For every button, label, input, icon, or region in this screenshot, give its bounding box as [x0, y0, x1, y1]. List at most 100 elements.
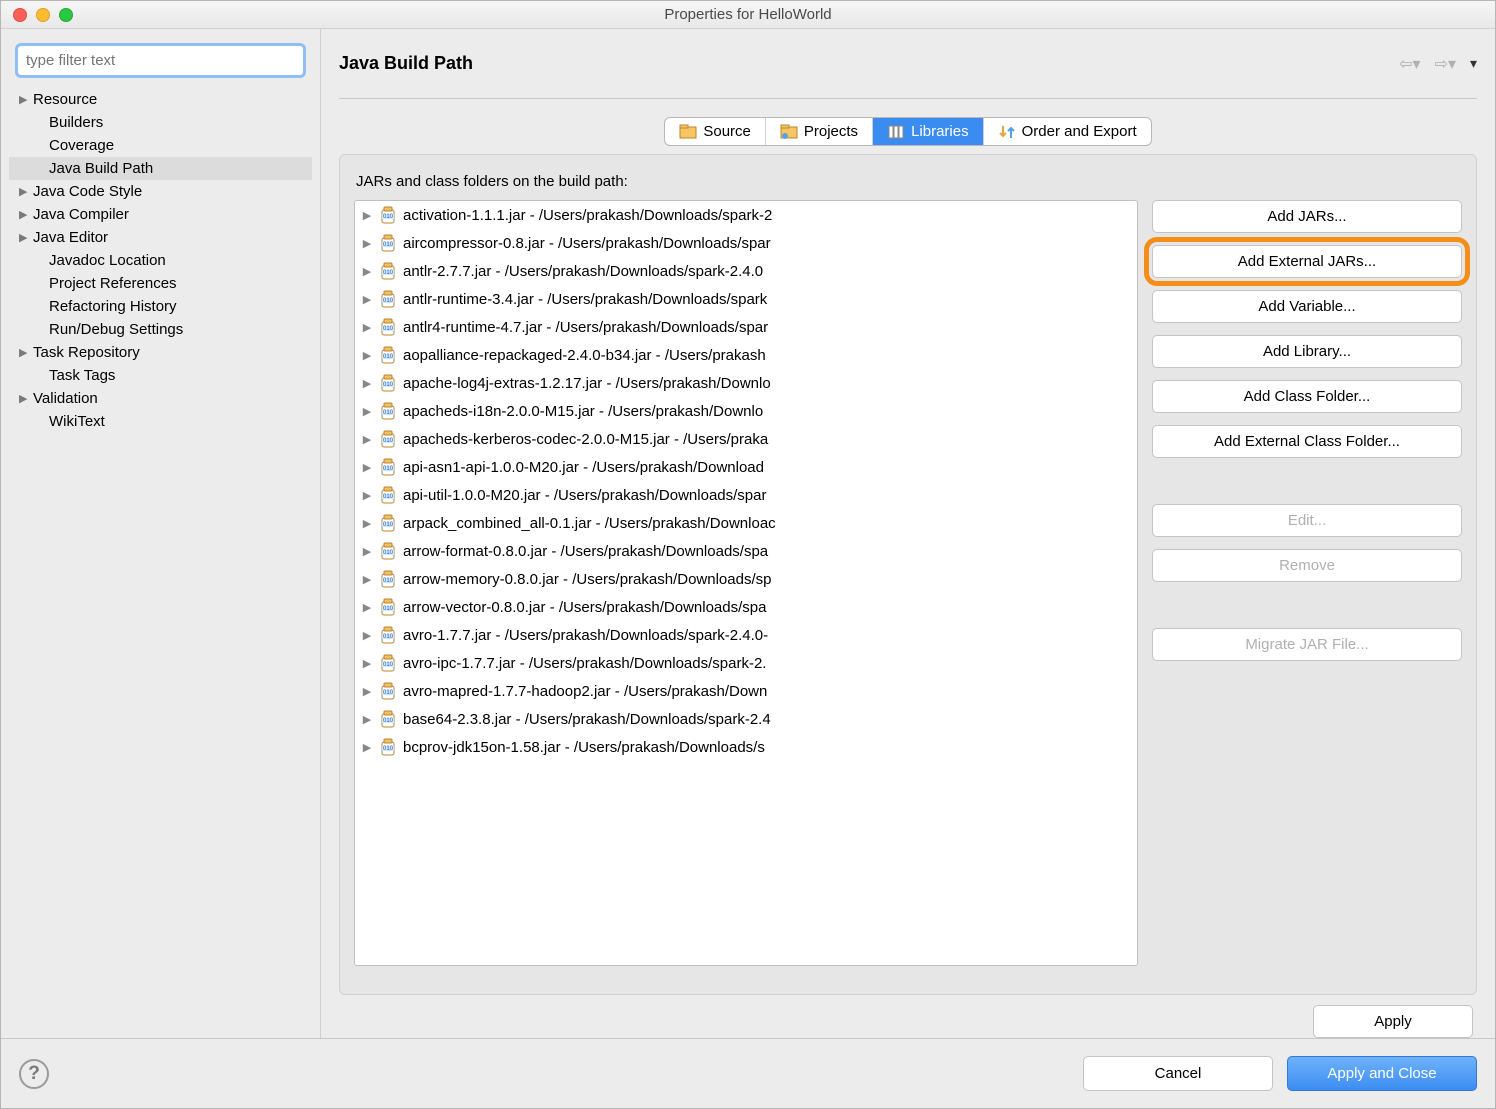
jar-label: api-util-1.0.0-M20.jar - /Users/prakash/…	[403, 487, 766, 504]
jar-entry[interactable]: ▶010apacheds-kerberos-codec-2.0.0-M15.ja…	[355, 425, 1137, 453]
sidebar-item-run-debug-settings[interactable]: Run/Debug Settings	[9, 318, 312, 341]
apply-button[interactable]: Apply	[1313, 1005, 1473, 1038]
svg-text:010: 010	[383, 270, 394, 276]
apply-and-close-button[interactable]: Apply and Close	[1287, 1056, 1477, 1091]
jar-entry[interactable]: ▶010arrow-format-0.8.0.jar - /Users/prak…	[355, 537, 1137, 565]
nav-forward-button[interactable]: ⇨▾	[1431, 52, 1460, 76]
sidebar-item-builders[interactable]: Builders	[9, 111, 312, 134]
jar-entry[interactable]: ▶010aircompressor-0.8.jar - /Users/praka…	[355, 229, 1137, 257]
jar-label: base64-2.3.8.jar - /Users/prakash/Downlo…	[403, 711, 771, 728]
sidebar-item-project-references[interactable]: Project References	[9, 272, 312, 295]
disclosure-triangle-icon: ▶	[361, 657, 373, 670]
jar-entry[interactable]: ▶010avro-1.7.7.jar - /Users/prakash/Down…	[355, 621, 1137, 649]
jar-entry[interactable]: ▶010antlr4-runtime-4.7.jar - /Users/prak…	[355, 313, 1137, 341]
category-tree[interactable]: ▶Resource Builders Coverage Java Build Path…	[9, 88, 312, 1026]
sidebar-item-coverage[interactable]: Coverage	[9, 134, 312, 157]
tab-source[interactable]: Source	[665, 118, 766, 145]
svg-text:010: 010	[383, 550, 394, 556]
jar-entry[interactable]: ▶ 010 avro-ipc-1.7.7.jar - /Users/prakash/…	[355, 649, 1137, 677]
sidebar-item-task-tags[interactable]: Task Tags	[9, 364, 312, 387]
sidebar-item-javadoc-location[interactable]: Javadoc Location	[9, 249, 312, 272]
nav-back-button[interactable]: ⇦▾	[1395, 52, 1424, 76]
help-button[interactable]: ?	[19, 1059, 49, 1089]
sidebar-item-label: Task Repository	[33, 344, 140, 361]
tab-label: Order and Export	[1022, 123, 1137, 140]
jar-list[interactable]: ▶ 010 activation-1.1.1.jar - /Users/prakas…	[354, 200, 1138, 966]
jar-entry[interactable]: ▶ 010 apacheds-i18n-2.0.0-M15.jar - /Users…	[355, 397, 1137, 425]
sidebar-item-label: Builders	[33, 114, 103, 131]
disclosure-triangle-icon: ▶	[19, 346, 33, 359]
svg-text:010: 010	[383, 606, 394, 612]
migrate-jar-button[interactable]: Migrate JAR File...	[1152, 628, 1462, 661]
jar-entry[interactable]: ▶010api-util-1.0.0-M20.jar - /Users/prak…	[355, 481, 1137, 509]
jar-label: apacheds-i18n-2.0.0-M15.jar - /Users/pra…	[403, 403, 763, 420]
sidebar-item-label: Project References	[33, 275, 177, 292]
jar-icon: 010	[379, 653, 397, 673]
svg-text:010: 010	[383, 242, 394, 248]
sidebar-item-java-build-path[interactable]: Java Build Path	[9, 157, 312, 180]
sidebar-item-java-editor[interactable]: ▶Java Editor	[9, 226, 312, 249]
sidebar-item-label: Java Editor	[33, 229, 108, 246]
jar-label: activation-1.1.1.jar - /Users/prakash/Do…	[403, 207, 772, 224]
disclosure-triangle-icon: ▶	[361, 545, 373, 558]
sidebar-item-label: Java Code Style	[33, 183, 142, 200]
sidebar-item-java-compiler[interactable]: ▶Java Compiler	[9, 203, 312, 226]
sidebar-item-resource[interactable]: ▶Resource	[9, 88, 312, 111]
jar-icon: 010	[379, 513, 397, 533]
add-library-button[interactable]: Add Library...	[1152, 335, 1462, 368]
libraries-tab-icon	[887, 124, 905, 140]
sidebar-item-label: Validation	[33, 390, 98, 407]
side-button-column: Add JARs... Add External JARs... Add Var…	[1152, 200, 1462, 966]
view-menu-button[interactable]: ▾	[1470, 55, 1477, 72]
disclosure-triangle-icon: ▶	[361, 377, 373, 390]
svg-text:010: 010	[383, 494, 394, 500]
tab-label: Libraries	[911, 123, 969, 140]
jar-entry[interactable]: ▶010antlr-2.7.7.jar - /Users/prakash/Dow…	[355, 257, 1137, 285]
sidebar-item-validation[interactable]: ▶Validation	[9, 387, 312, 410]
jar-entry[interactable]: ▶010aopalliance-repackaged-2.4.0-b34.jar…	[355, 341, 1137, 369]
sidebar-item-java-code-style[interactable]: ▶Java Code Style	[9, 180, 312, 203]
disclosure-triangle-icon: ▶	[361, 433, 373, 446]
sidebar-item-label: Refactoring History	[33, 298, 177, 315]
jar-icon: 010	[379, 401, 397, 421]
svg-text:010: 010	[383, 214, 394, 220]
add-external-jars-button[interactable]: Add External JARs...	[1152, 245, 1462, 278]
jar-entry[interactable]: ▶010arrow-memory-0.8.0.jar - /Users/prak…	[355, 565, 1137, 593]
jar-label: apache-log4j-extras-1.2.17.jar - /Users/…	[403, 375, 771, 392]
jar-icon: 010	[379, 373, 397, 393]
jar-entry[interactable]: ▶010antlr-runtime-3.4.jar - /Users/praka…	[355, 285, 1137, 313]
disclosure-triangle-icon: ▶	[361, 349, 373, 362]
jar-label: bcprov-jdk15on-1.58.jar - /Users/prakash…	[403, 739, 765, 756]
disclosure-triangle-icon: ▶	[361, 405, 373, 418]
jar-entry[interactable]: ▶010api-asn1-api-1.0.0-M20.jar - /Users/…	[355, 453, 1137, 481]
jar-entry[interactable]: ▶ 010 apache-log4j-extras-1.2.17.jar - /Us…	[355, 369, 1137, 397]
jar-entry[interactable]: ▶010activation-1.1.1.jar - /Users/prakas…	[355, 201, 1137, 229]
add-class-folder-button[interactable]: Add Class Folder...	[1152, 380, 1462, 413]
tab-projects[interactable]: Projects	[766, 118, 873, 145]
sidebar-item-refactoring-history[interactable]: Refactoring History	[9, 295, 312, 318]
jar-label: arrow-memory-0.8.0.jar - /Users/prakash/…	[403, 571, 771, 588]
sidebar-item-wikitext[interactable]: WikiText	[9, 410, 312, 433]
jar-entry[interactable]: ▶010arpack_combined_all-0.1.jar - /Users…	[355, 509, 1137, 537]
remove-button[interactable]: Remove	[1152, 549, 1462, 582]
tab-order-and-export[interactable]: Order and Export	[984, 118, 1151, 145]
sidebar-item-task-repository[interactable]: ▶Task Repository	[9, 341, 312, 364]
sidebar-item-label: Java Build Path	[33, 160, 153, 177]
jar-icon: 010	[379, 261, 397, 281]
add-variable-button[interactable]: Add Variable...	[1152, 290, 1462, 323]
tab-libraries[interactable]: Libraries	[873, 118, 984, 145]
jar-entry[interactable]: ▶010arrow-vector-0.8.0.jar - /Users/prak…	[355, 593, 1137, 621]
jar-entry[interactable]: ▶010bcprov-jdk15on-1.58.jar - /Users/pra…	[355, 733, 1137, 761]
jar-entry[interactable]: ▶010base64-2.3.8.jar - /Users/prakash/Do…	[355, 705, 1137, 733]
cancel-button[interactable]: Cancel	[1083, 1056, 1273, 1091]
add-external-class-folder-button[interactable]: Add External Class Folder...	[1152, 425, 1462, 458]
jar-icon: 010	[379, 569, 397, 589]
svg-text:010: 010	[383, 578, 394, 584]
disclosure-triangle-icon: ▶	[19, 392, 33, 405]
filter-input[interactable]	[15, 43, 306, 78]
add-jars-button[interactable]: Add JARs...	[1152, 200, 1462, 233]
jar-entry[interactable]: ▶010avro-mapred-1.7.7-hadoop2.jar - /Use…	[355, 677, 1137, 705]
jar-label: avro-ipc-1.7.7.jar - /Users/prakash/Down…	[403, 655, 766, 672]
edit-button[interactable]: Edit...	[1152, 504, 1462, 537]
jar-icon: 010	[379, 485, 397, 505]
